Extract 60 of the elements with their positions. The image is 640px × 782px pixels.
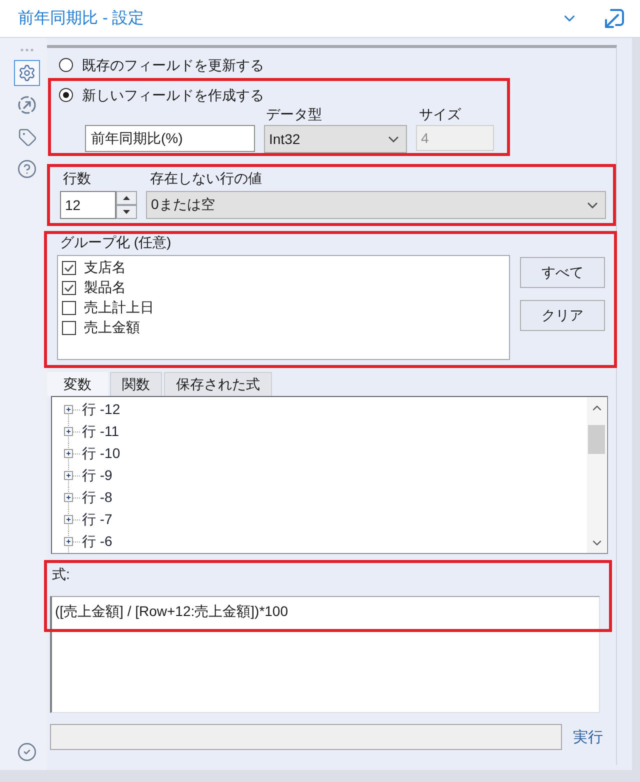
checkbox[interactable] xyxy=(62,261,76,275)
three-dots-icon xyxy=(20,48,34,52)
checkbox-label: 売上計上日 xyxy=(84,299,154,317)
plus-box-icon[interactable] xyxy=(64,531,80,553)
plus-box-icon[interactable] xyxy=(64,421,80,443)
run-link[interactable]: 実行 xyxy=(573,728,603,746)
checkbox-label: 支店名 xyxy=(84,259,126,277)
row-count-input[interactable]: 12 xyxy=(60,191,116,219)
triangle-down-icon xyxy=(123,210,130,214)
tree-item-label[interactable]: 行 -12 xyxy=(82,401,120,419)
square-arrow-down-left-icon[interactable] xyxy=(603,8,625,30)
plus-box-icon[interactable] xyxy=(64,487,80,509)
spin-up-button[interactable] xyxy=(116,191,137,205)
gear-icon xyxy=(18,64,36,82)
checkbox[interactable] xyxy=(62,281,76,295)
field-label: 行数 xyxy=(62,169,92,188)
size-input: 4 xyxy=(416,125,494,151)
field-name-input[interactable]: 前年同期比(%) xyxy=(85,125,255,152)
field-label: データ型 xyxy=(265,106,323,123)
checkbox-label: 売上金額 xyxy=(84,319,140,337)
checkbox[interactable] xyxy=(62,321,76,335)
plus-box-icon[interactable] xyxy=(64,443,80,465)
checkmark-icon xyxy=(64,264,74,272)
check-circle-icon xyxy=(17,742,37,762)
checkbox-label: 製品名 xyxy=(84,279,126,297)
tab[interactable]: 関数 xyxy=(110,372,162,396)
tree-item-label[interactable]: 行 -8 xyxy=(82,489,112,507)
field-label: 存在しない行の値 xyxy=(149,169,263,188)
radio-label: 新しいフィールドを作成する xyxy=(82,87,264,103)
tree-item-label[interactable]: 行 -10 xyxy=(82,445,120,463)
tag-icon xyxy=(18,128,36,146)
tab[interactable]: 変数 xyxy=(47,372,108,396)
checkbox[interactable] xyxy=(62,301,76,315)
radio-button[interactable] xyxy=(59,88,73,102)
chevron-down-icon xyxy=(587,202,598,208)
expression-label: 式: xyxy=(51,566,71,582)
expression-editor[interactable]: ([売上金額] / [Row+12:売上金額])*100 xyxy=(50,596,600,713)
field-label: サイズ xyxy=(418,106,462,123)
clear-button[interactable]: クリア xyxy=(520,300,605,331)
tab[interactable]: 保存された式 xyxy=(164,372,272,396)
select-all-button[interactable]: すべて xyxy=(520,257,605,288)
triangle-up-icon xyxy=(123,196,130,200)
tree-item-label[interactable]: 行 -6 xyxy=(82,533,112,551)
plus-box-icon[interactable] xyxy=(64,465,80,487)
data-type-dropdown[interactable]: Int32 xyxy=(264,125,407,153)
radio-button[interactable] xyxy=(59,58,73,72)
tree-item-label[interactable]: 行 -9 xyxy=(82,467,112,485)
plus-box-icon[interactable] xyxy=(64,509,80,531)
missing-rows-dropdown[interactable]: 0または空 xyxy=(146,191,606,219)
tree-item-label[interactable]: 行 -7 xyxy=(82,511,112,529)
help-icon xyxy=(17,159,37,179)
radio-label: 既存のフィールドを更新する xyxy=(82,57,264,73)
tree-item-label[interactable]: 行 -11 xyxy=(82,423,120,441)
group-label: グループ化 (任意) xyxy=(59,234,172,250)
chevron-down-icon xyxy=(388,136,399,142)
spin-down-button[interactable] xyxy=(116,205,137,219)
checkmark-icon xyxy=(64,284,74,292)
scrollbar-thumb[interactable] xyxy=(588,425,605,454)
window-title: 前年同期比 - 設定 xyxy=(18,8,146,29)
sidebar-tab[interactable] xyxy=(14,60,40,86)
